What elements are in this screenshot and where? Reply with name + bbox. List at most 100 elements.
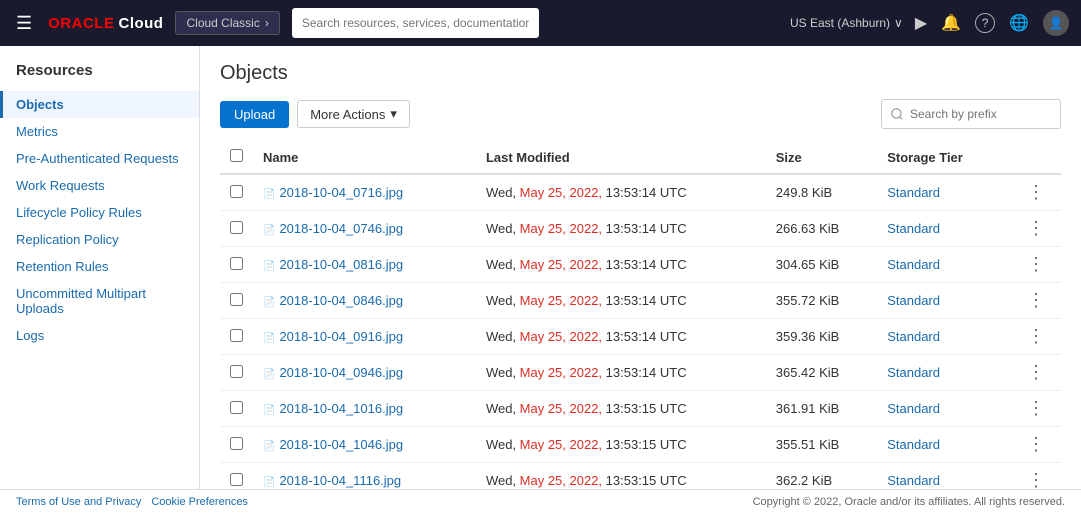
modified-time: 13:53:15 UTC xyxy=(602,437,687,452)
dropdown-arrow-icon: ▾ xyxy=(390,106,397,122)
tier-value: Standard xyxy=(887,473,940,488)
storage-tier: Standard xyxy=(877,427,1011,463)
sidebar-item-work-requests[interactable]: Work Requests xyxy=(0,172,199,199)
row-actions-button[interactable]: ⋮ xyxy=(1021,180,1051,204)
row-actions-button[interactable]: ⋮ xyxy=(1021,252,1051,276)
nav-icon-group: ▶ 🔔 ? 🌐 👤 xyxy=(915,10,1069,36)
top-nav: ☰ ORACLE Cloud Cloud Classic › US East (… xyxy=(0,0,1081,46)
sidebar-item-metrics[interactable]: Metrics xyxy=(0,118,199,145)
terms-link[interactable]: Terms of Use and Privacy xyxy=(16,496,141,508)
more-actions-button[interactable]: More Actions ▾ xyxy=(297,100,410,128)
cloud-text: Cloud xyxy=(118,15,163,32)
file-name-link[interactable]: 2018-10-04_1016.jpg xyxy=(279,401,403,416)
sidebar-item-retention[interactable]: Retention Rules xyxy=(0,253,199,280)
modified-date: May 25, 2022, xyxy=(520,185,602,200)
modified-prefix: Wed, xyxy=(486,401,520,416)
file-name-link[interactable]: 2018-10-04_0716.jpg xyxy=(279,185,403,200)
col-header-actions xyxy=(1011,141,1061,174)
modified-prefix: Wed, xyxy=(486,257,520,272)
file-icon: 📄 xyxy=(263,261,275,272)
select-all-checkbox[interactable] xyxy=(230,149,243,162)
row-actions-button[interactable]: ⋮ xyxy=(1021,288,1051,312)
file-size: 266.63 KiB xyxy=(766,211,877,247)
notifications-icon[interactable]: 🔔 xyxy=(941,13,961,33)
file-name-link[interactable]: 2018-10-04_0846.jpg xyxy=(279,293,403,308)
hamburger-icon[interactable]: ☰ xyxy=(12,9,36,38)
objects-table: Name Last Modified Size Storage Tier 📄20… xyxy=(220,141,1061,489)
cloud-shell-icon[interactable]: ▶ xyxy=(915,13,927,33)
modified-date: May 25, 2022, xyxy=(520,293,602,308)
row-checkbox[interactable] xyxy=(230,185,243,198)
region-label: US East (Ashburn) xyxy=(790,16,890,30)
col-header-modified: Last Modified xyxy=(476,141,766,174)
page-title: Objects xyxy=(220,62,1061,85)
file-name-link[interactable]: 2018-10-04_0916.jpg xyxy=(279,329,403,344)
sidebar-item-logs[interactable]: Logs xyxy=(0,322,199,349)
row-actions-button[interactable]: ⋮ xyxy=(1021,468,1051,489)
row-checkbox[interactable] xyxy=(230,401,243,414)
modified-time: 13:53:15 UTC xyxy=(602,473,687,488)
row-actions-button[interactable]: ⋮ xyxy=(1021,396,1051,420)
main-content: Objects Upload More Actions ▾ Name Last … xyxy=(200,46,1081,489)
row-actions-button[interactable]: ⋮ xyxy=(1021,360,1051,384)
file-name-link[interactable]: 2018-10-04_1116.jpg xyxy=(279,473,401,488)
file-icon: 📄 xyxy=(263,225,275,236)
sidebar-item-lifecycle[interactable]: Lifecycle Policy Rules xyxy=(0,199,199,226)
modified-time: 13:53:14 UTC xyxy=(602,365,687,380)
file-name-link[interactable]: 2018-10-04_0816.jpg xyxy=(279,257,403,272)
modified-time: 13:53:14 UTC xyxy=(602,329,687,344)
modified-date: May 25, 2022, xyxy=(520,437,602,452)
footer: Terms of Use and Privacy Cookie Preferen… xyxy=(0,489,1081,513)
row-checkbox[interactable] xyxy=(230,365,243,378)
cookie-link[interactable]: Cookie Preferences xyxy=(151,496,248,508)
tier-value: Standard xyxy=(887,401,940,416)
upload-button[interactable]: Upload xyxy=(220,101,289,128)
storage-tier: Standard xyxy=(877,211,1011,247)
row-checkbox[interactable] xyxy=(230,293,243,306)
sidebar-item-replication[interactable]: Replication Policy xyxy=(0,226,199,253)
tier-value: Standard xyxy=(887,257,940,272)
tier-value: Standard xyxy=(887,437,940,452)
global-search-input[interactable] xyxy=(292,8,539,38)
row-actions-button[interactable]: ⋮ xyxy=(1021,216,1051,240)
chevron-icon: › xyxy=(265,16,269,30)
file-size: 304.65 KiB xyxy=(766,247,877,283)
table-row: 📄2018-10-04_0716.jpgWed, May 25, 2022, 1… xyxy=(220,174,1061,211)
file-size: 362.2 KiB xyxy=(766,463,877,490)
row-checkbox[interactable] xyxy=(230,473,243,486)
file-name-link[interactable]: 2018-10-04_0746.jpg xyxy=(279,221,403,236)
help-icon[interactable]: ? xyxy=(975,13,995,33)
file-size: 355.51 KiB xyxy=(766,427,877,463)
avatar[interactable]: 👤 xyxy=(1043,10,1069,36)
sidebar: Resources Objects Metrics Pre-Authentica… xyxy=(0,46,200,489)
table-row: 📄2018-10-04_0746.jpgWed, May 25, 2022, 1… xyxy=(220,211,1061,247)
table-header-row: Name Last Modified Size Storage Tier xyxy=(220,141,1061,174)
row-actions-button[interactable]: ⋮ xyxy=(1021,324,1051,348)
storage-tier: Standard xyxy=(877,247,1011,283)
sidebar-item-objects[interactable]: Objects xyxy=(0,91,199,118)
cloud-classic-label: Cloud Classic xyxy=(186,16,259,30)
modified-prefix: Wed, xyxy=(486,221,520,236)
row-checkbox[interactable] xyxy=(230,437,243,450)
row-checkbox[interactable] xyxy=(230,329,243,342)
sidebar-title: Resources xyxy=(0,62,199,91)
table-row: 📄2018-10-04_0816.jpgWed, May 25, 2022, 1… xyxy=(220,247,1061,283)
cloud-classic-pill[interactable]: Cloud Classic › xyxy=(175,11,279,35)
language-icon[interactable]: 🌐 xyxy=(1009,13,1029,33)
modified-time: 13:53:15 UTC xyxy=(602,401,687,416)
row-checkbox[interactable] xyxy=(230,257,243,270)
sidebar-item-uncommitted[interactable]: Uncommitted Multipart Uploads xyxy=(0,280,199,322)
file-name-link[interactable]: 2018-10-04_1046.jpg xyxy=(279,437,403,452)
modified-date: May 25, 2022, xyxy=(520,221,602,236)
region-selector[interactable]: US East (Ashburn) ∨ xyxy=(790,16,903,30)
row-checkbox[interactable] xyxy=(230,221,243,234)
oracle-logo: ORACLE Cloud xyxy=(48,15,163,32)
modified-prefix: Wed, xyxy=(486,329,520,344)
table-row: 📄2018-10-04_1046.jpgWed, May 25, 2022, 1… xyxy=(220,427,1061,463)
search-prefix-input[interactable] xyxy=(881,99,1061,129)
row-actions-button[interactable]: ⋮ xyxy=(1021,432,1051,456)
table-row: 📄2018-10-04_0916.jpgWed, May 25, 2022, 1… xyxy=(220,319,1061,355)
sidebar-item-pre-auth[interactable]: Pre-Authenticated Requests xyxy=(0,145,199,172)
file-name-link[interactable]: 2018-10-04_0946.jpg xyxy=(279,365,403,380)
modified-time: 13:53:14 UTC xyxy=(602,257,687,272)
